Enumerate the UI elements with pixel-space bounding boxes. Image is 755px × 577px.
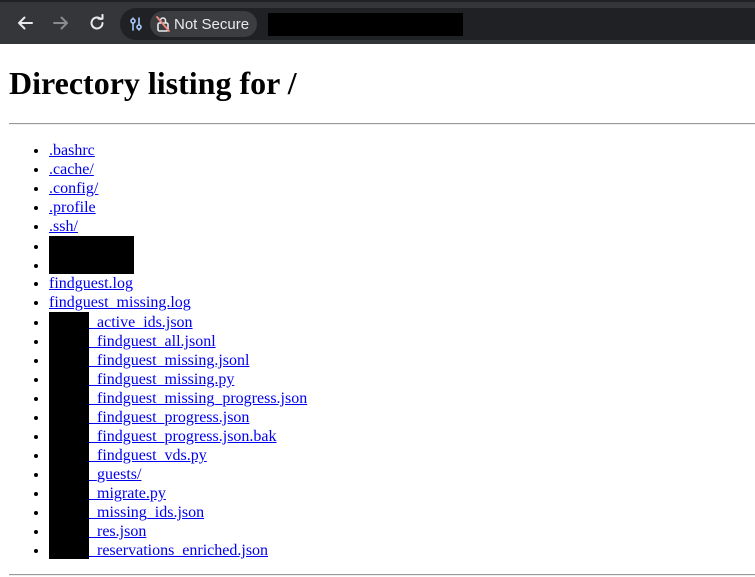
security-chip[interactable]: Not Secure [150, 11, 258, 37]
reload-icon [90, 14, 104, 30]
list-item: findguest_missing.log [49, 293, 307, 312]
file-link[interactable]: .bashrc [49, 142, 95, 159]
file-link[interactable]: _active_ids.json [49, 312, 193, 331]
redacted-prefix [49, 483, 89, 502]
file-name: _missing_ids.json [89, 504, 205, 521]
list-item: _migrate.py [49, 483, 307, 502]
file-name: .bashrc [49, 142, 95, 159]
divider [9, 574, 755, 576]
redacted-prefix [49, 502, 89, 521]
file-name: _reservations_enriched.json [89, 542, 269, 559]
list-item: .ssh/ [49, 217, 307, 236]
file-link[interactable] [49, 236, 134, 255]
list-item: _active_ids.json [49, 312, 307, 331]
file-name: findguest.log [49, 275, 133, 292]
redacted-prefix [49, 445, 89, 464]
reload-button[interactable] [84, 10, 110, 36]
list-item: .cache/ [49, 160, 307, 179]
file-name: _migrate.py [89, 485, 166, 502]
list-item [49, 236, 307, 255]
list-item: _res.json [49, 521, 307, 540]
list-item: _findguest_missing.py [49, 369, 307, 388]
divider [9, 123, 755, 125]
list-item: .bashrc [49, 141, 307, 160]
list-item: .config/ [49, 179, 307, 198]
redacted-prefix [49, 407, 89, 426]
file-link[interactable]: _missing_ids.json [49, 502, 205, 521]
file-link[interactable]: .profile [49, 199, 96, 216]
file-name: _findguest_progress.json [89, 409, 250, 426]
page-title: Directory listing for / [9, 65, 297, 101]
list-item: _findguest_progress.json.bak [49, 426, 307, 445]
file-name: .cache/ [49, 161, 94, 178]
file-name: findguest_missing.log [49, 294, 191, 311]
redacted-prefix [49, 464, 89, 483]
file-link[interactable]: _guests/ [49, 464, 142, 483]
file-name: _findguest_vds.py [89, 447, 207, 464]
list-item: _findguest_vds.py [49, 445, 307, 464]
file-name: _findguest_progress.json.bak [89, 428, 277, 445]
tune-icon [130, 17, 142, 31]
file-link[interactable]: .config/ [49, 180, 98, 197]
list-item: _findguest_missing_progress.json [49, 388, 307, 407]
file-link[interactable]: findguest.log [49, 275, 133, 292]
file-name: _findguest_missing_progress.json [89, 390, 308, 407]
list-item: _findguest_missing.jsonl [49, 350, 307, 369]
file-link[interactable]: _findguest_vds.py [49, 445, 207, 464]
list-item: .profile [49, 198, 307, 217]
redacted-prefix [49, 426, 89, 445]
redacted-prefix [49, 350, 89, 369]
redacted-prefix [49, 369, 89, 388]
directory-list: .bashrc .cache/ .config/ .profile .ssh/findg… [9, 141, 307, 559]
arrow-right-icon [53, 16, 68, 30]
file-name: _findguest_missing.py [89, 371, 235, 388]
file-name: _guests/ [89, 466, 142, 483]
address-bar[interactable]: Not Secure [120, 8, 755, 40]
file-link[interactable]: findguest_missing.log [49, 294, 191, 311]
file-link[interactable] [49, 255, 134, 274]
redacted-prefix [49, 540, 89, 559]
browser-toolbar: Not Secure [0, 0, 755, 44]
file-link[interactable]: .cache/ [49, 161, 94, 178]
file-link[interactable]: _findguest_missing.py [49, 369, 235, 388]
file-link[interactable]: _migrate.py [49, 483, 166, 502]
security-label: Not Secure [174, 15, 250, 33]
file-link[interactable]: _res.json [49, 521, 147, 540]
url-redacted[interactable] [268, 13, 463, 36]
list-item: _missing_ids.json [49, 502, 307, 521]
back-button[interactable] [12, 10, 38, 36]
file-name: .profile [49, 199, 96, 216]
list-item: _guests/ [49, 464, 307, 483]
redacted-filename [49, 255, 134, 274]
list-item: _reservations_enriched.json [49, 540, 307, 559]
file-link[interactable]: _findguest_missing.jsonl [49, 350, 250, 369]
file-link[interactable]: _findguest_progress.json [49, 407, 250, 426]
file-link[interactable]: _findguest_all.jsonl [49, 331, 216, 350]
site-settings-button[interactable] [124, 12, 148, 36]
file-name: _res.json [89, 523, 147, 540]
redacted-prefix [49, 331, 89, 350]
redacted-filename [49, 236, 134, 255]
redacted-prefix [49, 521, 89, 540]
list-item: _findguest_all.jsonl [49, 331, 307, 350]
list-item: _findguest_progress.json [49, 407, 307, 426]
redacted-prefix [49, 388, 89, 407]
forward-button[interactable] [48, 10, 74, 36]
file-link[interactable]: .ssh/ [49, 218, 78, 235]
list-item: findguest.log [49, 274, 307, 293]
file-name: _active_ids.json [89, 314, 193, 331]
file-link[interactable]: _findguest_missing_progress.json [49, 388, 308, 407]
file-name: _findguest_missing.jsonl [89, 352, 250, 369]
file-name: .ssh/ [49, 218, 78, 235]
file-link[interactable]: _reservations_enriched.json [49, 540, 269, 559]
file-link[interactable]: _findguest_progress.json.bak [49, 426, 277, 445]
file-name: .config/ [49, 180, 99, 197]
redacted-prefix [49, 312, 89, 331]
not-secure-lock-icon [156, 16, 170, 32]
file-name: _findguest_all.jsonl [89, 333, 216, 350]
arrow-left-icon [18, 16, 33, 30]
list-item [49, 255, 307, 274]
